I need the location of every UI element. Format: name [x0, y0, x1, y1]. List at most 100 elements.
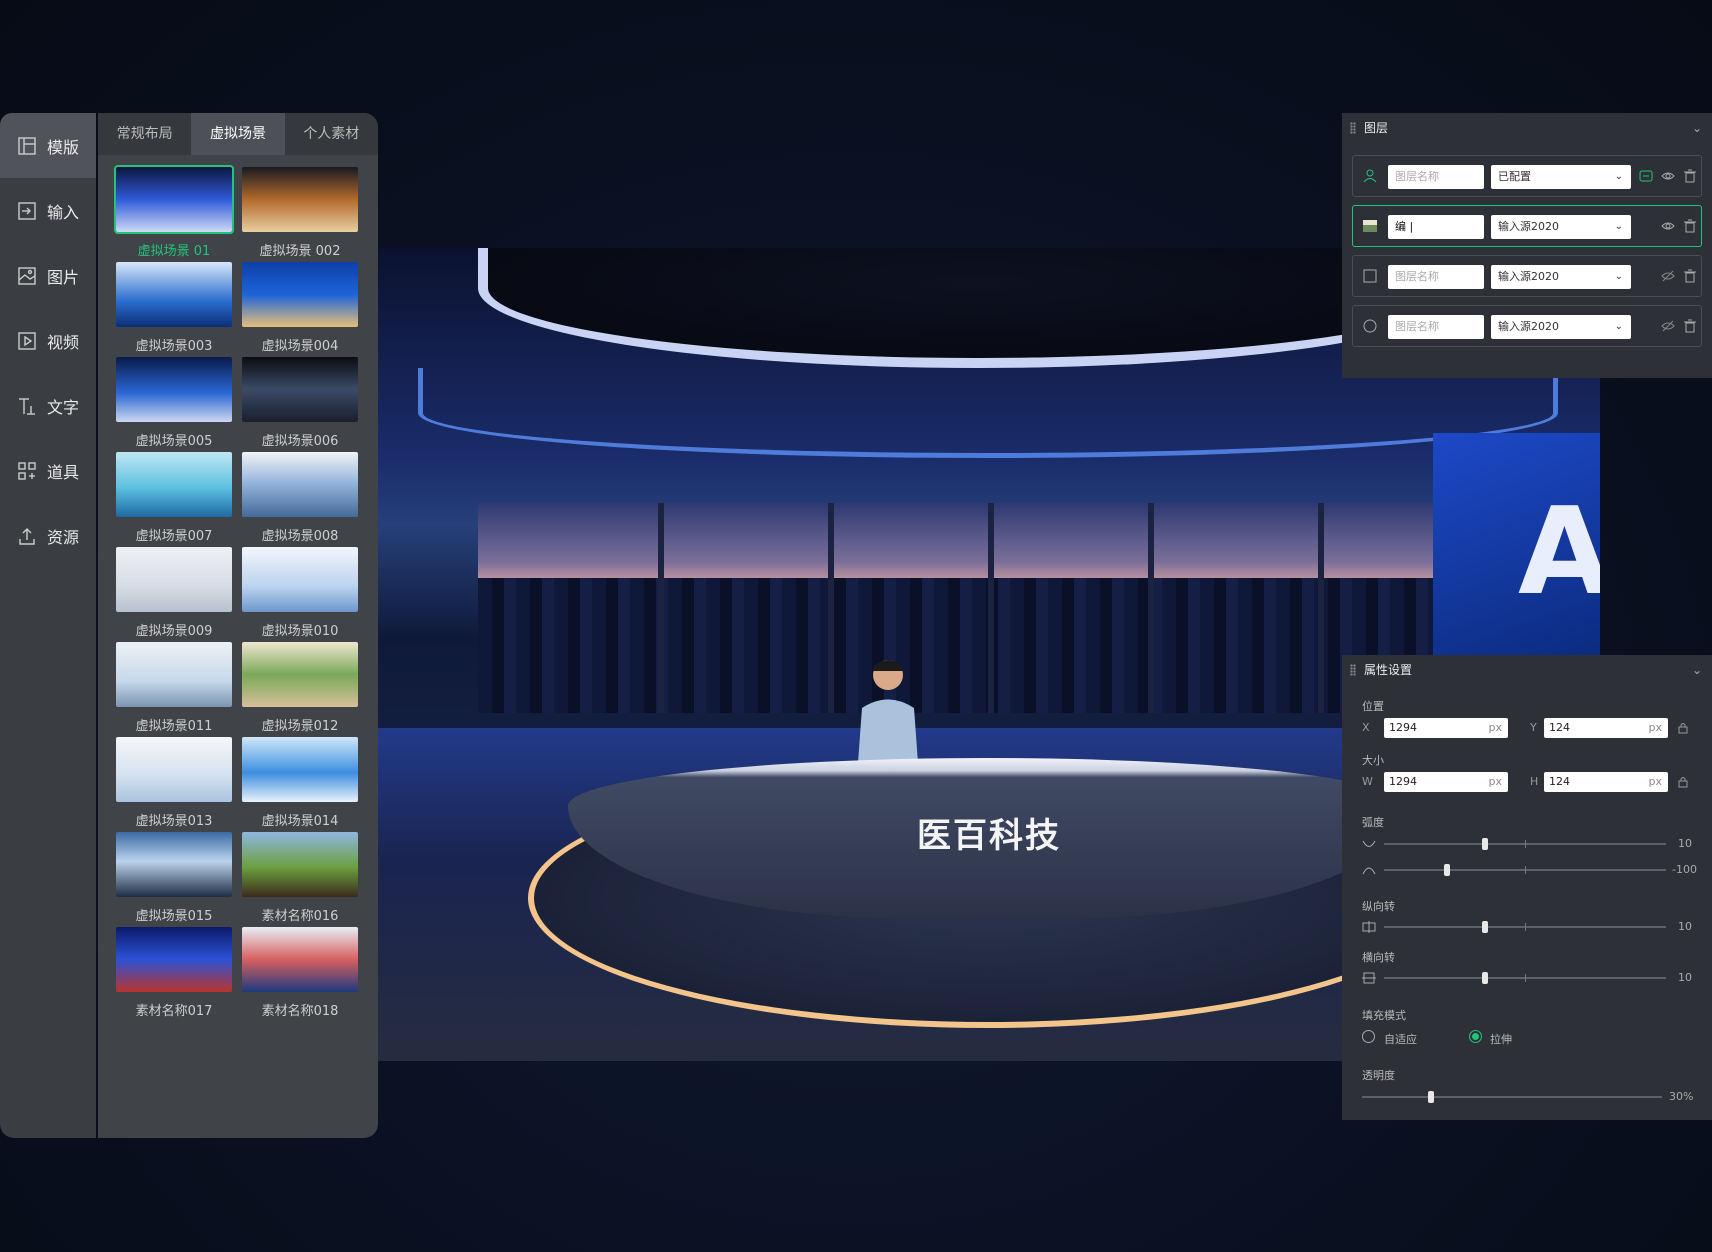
sidebar-item-label: 道具: [47, 462, 80, 482]
layer-name-input[interactable]: 图层名称: [1388, 265, 1484, 289]
scene-thumbnail-image: [242, 642, 358, 707]
trash-icon[interactable]: [1683, 169, 1697, 183]
trash-icon[interactable]: [1683, 219, 1697, 233]
width-value: 1294: [1389, 775, 1417, 788]
tab-personal-assets[interactable]: 个人素材: [285, 113, 378, 155]
unit-label: px: [1648, 721, 1663, 734]
scene-thumbnail[interactable]: 虚拟场景014: [242, 737, 358, 829]
scene-thumbnail-image: [116, 547, 232, 612]
slider-knob[interactable]: [1444, 864, 1450, 876]
scene-thumbnail-image: [116, 737, 232, 802]
scene-thumbnail-image: [242, 167, 358, 232]
scene-thumbnail-image: [116, 832, 232, 897]
sidebar-item-video[interactable]: 视频: [0, 308, 96, 373]
x-input[interactable]: 1294 px: [1384, 718, 1508, 738]
scene-thumbnail[interactable]: 素材名称017: [116, 927, 232, 1019]
vflip-slider[interactable]: [1384, 921, 1666, 933]
scene-thumbnail-label: 虚拟场景009: [135, 624, 213, 639]
slider-knob[interactable]: [1482, 972, 1488, 984]
scene-thumbnail[interactable]: 虚拟场景009: [116, 547, 232, 639]
chevron-down-icon[interactable]: ⌄: [1692, 655, 1702, 685]
hflip-slider[interactable]: [1384, 972, 1666, 984]
drag-handle-icon[interactable]: [1350, 122, 1356, 134]
fill-auto-radio[interactable]: [1362, 1030, 1375, 1043]
scene-thumbnail-label: 虚拟场景006: [261, 434, 339, 449]
eye-icon[interactable]: [1661, 169, 1675, 183]
y-input[interactable]: 124 px: [1544, 718, 1668, 738]
layer-source-select[interactable]: 输入源2020 ⌄: [1491, 265, 1631, 289]
layer-name-input[interactable]: 图层名称: [1388, 165, 1484, 189]
layer-name-input[interactable]: 图层名称: [1388, 315, 1484, 339]
scene-thumbnail-label: 虚拟场景014: [261, 814, 339, 829]
sidebar-item-resources[interactable]: 资源: [0, 503, 96, 568]
layer-name-input[interactable]: 编 |: [1388, 215, 1484, 239]
window-frame: [1318, 503, 1324, 713]
scene-thumbnail[interactable]: 虚拟场景003: [116, 262, 232, 354]
scene-thumbnail-image: [114, 165, 234, 234]
curve-slider[interactable]: [1384, 838, 1666, 850]
eye-off-icon[interactable]: [1661, 319, 1675, 333]
layer-row[interactable]: 图层名称 输入源2020 ⌄: [1352, 255, 1702, 297]
sidebar-item-image[interactable]: 图片: [0, 243, 96, 308]
scene-thumbnail[interactable]: 虚拟场景010: [242, 547, 358, 639]
scene-thumbnail[interactable]: 虚拟场景005: [116, 357, 232, 449]
slider-knob[interactable]: [1482, 838, 1488, 850]
layer-row[interactable]: 图层名称 输入源2020 ⌄: [1352, 305, 1702, 347]
text-icon: [19, 397, 35, 415]
scene-thumbnail-label: 素材名称017: [135, 1004, 213, 1019]
fill-stretch-radio[interactable]: [1469, 1030, 1482, 1043]
layer-row[interactable]: 图层名称 已配置 ⌄: [1352, 155, 1702, 197]
layer-source-select[interactable]: 输入源2020 ⌄: [1491, 215, 1631, 239]
chevron-down-icon[interactable]: ⌄: [1692, 113, 1702, 143]
vflip-label: 纵向转: [1362, 900, 1395, 913]
scene-thumbnail-image: [242, 262, 358, 327]
scene-thumbnail[interactable]: 虚拟场景015: [116, 832, 232, 924]
slider-knob[interactable]: [1428, 1091, 1434, 1103]
tab-virtual-scene[interactable]: 虚拟场景: [191, 113, 285, 155]
sidebar-item-text[interactable]: 文字: [0, 373, 96, 438]
scene-thumbnail-image: [116, 642, 232, 707]
width-input[interactable]: 1294 px: [1384, 772, 1508, 792]
height-value: 124: [1549, 775, 1570, 788]
image-thumbnail-icon: [1363, 220, 1377, 232]
layer-source-select[interactable]: 输入源2020 ⌄: [1491, 315, 1631, 339]
scene-thumbnail[interactable]: 虚拟场景007: [116, 452, 232, 544]
sidebar-item-template[interactable]: 模版: [0, 113, 96, 178]
scene-thumbnail-label: 虚拟场景011: [135, 719, 213, 734]
slider-knob[interactable]: [1482, 921, 1488, 933]
eye-icon[interactable]: [1661, 219, 1675, 233]
layer-row[interactable]: 编 | 输入源2020 ⌄: [1352, 205, 1702, 247]
scene-thumbnail[interactable]: 虚拟场景011: [116, 642, 232, 734]
scene-thumbnail[interactable]: 虚拟场景012: [242, 642, 358, 734]
flip-vertical-icon: [1362, 921, 1376, 933]
trash-icon[interactable]: [1683, 269, 1697, 283]
scene-thumbnail[interactable]: 虚拟场景004: [242, 262, 358, 354]
opacity-slider[interactable]: [1362, 1091, 1662, 1103]
scene-thumbnail-label: 虚拟场景012: [261, 719, 339, 734]
sidebar-item-input[interactable]: 输入: [0, 178, 96, 243]
scene-thumbnail[interactable]: 虚拟场景008: [242, 452, 358, 544]
eye-off-icon[interactable]: [1661, 269, 1675, 283]
sidebar-item-props[interactable]: 道具: [0, 438, 96, 503]
layer-source-select[interactable]: 已配置 ⌄: [1491, 165, 1631, 189]
ceiling-ring: [418, 368, 1558, 458]
tab-regular-layout[interactable]: 常规布局: [98, 113, 191, 155]
matting-icon[interactable]: [1639, 169, 1653, 183]
scene-thumbnail-image: [116, 262, 232, 327]
trash-icon[interactable]: [1683, 319, 1697, 333]
scene-thumbnail[interactable]: 虚拟场景013: [116, 737, 232, 829]
scene-thumbnail[interactable]: 虚拟场景 01: [114, 165, 234, 259]
scene-thumbnail[interactable]: 虚拟场景006: [242, 357, 358, 449]
curve-slider-2[interactable]: [1384, 864, 1666, 876]
scene-thumbnail[interactable]: 素材名称018: [242, 927, 358, 1019]
window-frame: [828, 503, 834, 713]
height-input[interactable]: 124 px: [1544, 772, 1668, 792]
lock-icon[interactable]: [1677, 722, 1689, 734]
scene-thumbnail[interactable]: 素材名称016: [242, 832, 358, 924]
layers-panel-header[interactable]: 图层 ⌄: [1342, 113, 1712, 143]
properties-panel-header[interactable]: 属性设置 ⌄: [1342, 655, 1712, 685]
hflip-label: 横向转: [1362, 951, 1395, 964]
scene-thumbnail[interactable]: 虚拟场景 002: [242, 167, 358, 259]
drag-handle-icon[interactable]: [1350, 664, 1356, 676]
lock-icon[interactable]: [1677, 776, 1689, 788]
